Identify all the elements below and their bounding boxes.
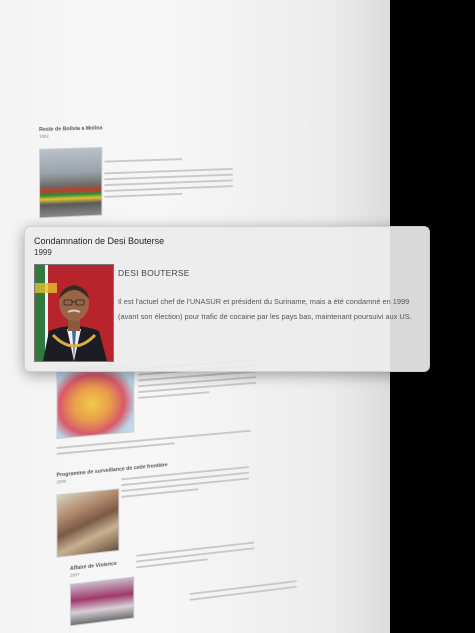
- portrait-illustration: [35, 265, 113, 361]
- person-name: DESI BOUTERSE: [118, 268, 190, 278]
- event-year: 1999: [34, 248, 52, 257]
- event-description: Il est l'actuel chef de l'UNASUR et prés…: [118, 297, 412, 321]
- event-title: Condamnation de Desi Bouterse: [34, 236, 165, 246]
- timeline-entry: Reste de Bolivia a Molina 1982: [39, 125, 102, 138]
- entry-year: 1982: [39, 133, 49, 139]
- entry-image: [69, 576, 135, 627]
- event-detail-card[interactable]: Condamnation de Desi Bouterse 1999 DESI …: [24, 226, 430, 372]
- entry-text: [189, 576, 297, 604]
- entry-text: [104, 153, 234, 202]
- timeline-entry: Affaire de Violence 2007: [70, 561, 117, 578]
- entry-image: [39, 146, 103, 219]
- portrait-photo: [34, 264, 114, 362]
- entry-image: [56, 488, 120, 558]
- map-image: [56, 362, 135, 440]
- entry-text: [136, 538, 255, 573]
